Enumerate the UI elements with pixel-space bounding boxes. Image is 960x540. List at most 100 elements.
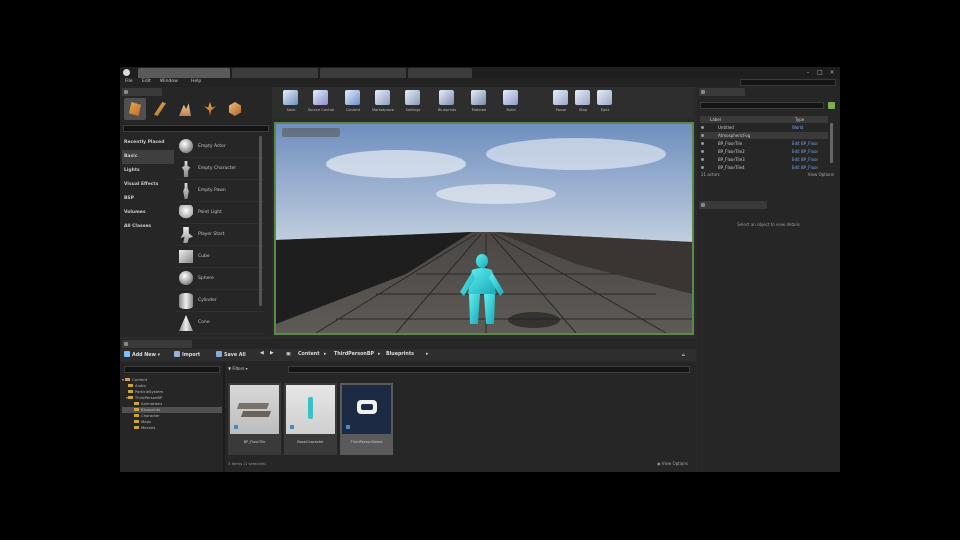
import-button[interactable]: Import xyxy=(174,351,200,358)
toolbar-build-button[interactable]: Build xyxy=(496,89,526,117)
content-browser-tab[interactable] xyxy=(122,340,192,348)
breadcrumb-blueprints[interactable]: Blueprints xyxy=(386,352,414,357)
actor-type[interactable]: Edit BP_Floor xyxy=(792,156,818,163)
save-icon xyxy=(283,90,298,105)
list-item[interactable]: Empty Actor xyxy=(176,136,264,158)
minimize-icon[interactable]: – xyxy=(804,69,812,76)
outliner-settings-icon[interactable] xyxy=(828,102,835,109)
toolbar-source-control-button[interactable]: Source Control xyxy=(306,89,336,117)
actor-count: 21 actors xyxy=(701,172,720,177)
paint-mode-icon[interactable] xyxy=(149,98,171,120)
asset-tile-basecharacter[interactable]: BaseCharacter xyxy=(284,383,337,455)
table-row[interactable]: BP_FloorTile3 Edit BP_Floor xyxy=(700,156,828,163)
forward-icon[interactable]: ▶ xyxy=(270,351,274,356)
place-mode-icon[interactable] xyxy=(124,98,146,120)
category-lights[interactable]: Lights xyxy=(122,164,174,178)
list-item[interactable]: Player Start xyxy=(176,224,264,246)
toolbar-blueprints-button[interactable]: Blueprints xyxy=(432,89,462,117)
source-control-icon xyxy=(313,90,328,105)
level-viewport[interactable] xyxy=(274,122,694,335)
actor-type[interactable]: Edit BP_Floor xyxy=(792,140,818,147)
menu-edit[interactable]: Edit xyxy=(142,79,151,84)
list-item[interactable]: Cone xyxy=(176,312,264,334)
scrollbar[interactable] xyxy=(830,123,833,163)
world-outliner-tab[interactable] xyxy=(699,88,745,96)
visibility-eye-icon[interactable] xyxy=(701,150,704,153)
toolbar-marketplace-button[interactable]: Marketplace xyxy=(368,89,398,117)
category-recently-placed[interactable]: Recently Placed xyxy=(122,136,174,150)
visibility-eye-icon[interactable] xyxy=(701,158,704,161)
toolbar-save-button[interactable]: Save xyxy=(276,89,306,117)
floor-tile-thumbnail xyxy=(230,385,279,434)
modes-tab[interactable] xyxy=(122,88,162,96)
list-item[interactable]: Point Light xyxy=(176,202,264,224)
list-item[interactable]: Cylinder xyxy=(176,290,264,312)
toolbar-settings-button[interactable]: Settings xyxy=(398,89,428,117)
table-row[interactable]: AtmosphericFog xyxy=(700,132,828,139)
actor-type[interactable]: Edit BP_Floor xyxy=(792,164,818,171)
search-classes-input[interactable] xyxy=(123,125,269,132)
toolbar-eject-button[interactable]: Eject xyxy=(590,89,620,117)
foliage-mode-icon[interactable] xyxy=(199,98,221,120)
panel-divider[interactable] xyxy=(223,363,225,472)
menu-file[interactable]: File xyxy=(125,79,133,84)
close-icon[interactable]: × xyxy=(828,69,836,76)
asset-tile-thirdpersongame[interactable]: ThirdPersonGame xyxy=(340,383,393,455)
visibility-eye-icon[interactable] xyxy=(701,142,704,145)
actor-name: Untitled xyxy=(718,125,734,130)
outliner-search-input[interactable] xyxy=(700,102,824,109)
visibility-eye-icon[interactable] xyxy=(701,134,704,137)
asset-tile-bp-floortile[interactable]: BP_FloorTile xyxy=(228,383,281,455)
document-tab-3[interactable] xyxy=(320,68,406,78)
category-bsp[interactable]: BSP xyxy=(122,192,174,206)
maximize-icon[interactable]: □ xyxy=(816,69,824,76)
visibility-eye-icon[interactable] xyxy=(701,166,704,169)
column-type[interactable]: Type xyxy=(795,116,804,123)
list-item[interactable]: Sphere xyxy=(176,268,264,290)
folder-icon xyxy=(125,378,131,381)
document-tab-level[interactable] xyxy=(138,68,230,78)
category-basic[interactable]: Basic xyxy=(122,150,174,164)
toolbar-matinee-button[interactable]: Matinee xyxy=(464,89,494,117)
add-new-button[interactable]: Add New ▾ xyxy=(124,351,160,358)
table-row[interactable]: BP_FloorTile Edit BP_Floor xyxy=(700,140,828,147)
content-view-options[interactable]: ◉ View Options xyxy=(657,461,688,466)
list-item[interactable]: Empty Character xyxy=(176,158,264,180)
toolbar-button-label: Settings xyxy=(405,108,421,112)
search-assets-input[interactable] xyxy=(288,366,690,373)
document-tab-4[interactable] xyxy=(408,68,472,78)
breadcrumb-thirdpersonbp[interactable]: ThirdPersonBP xyxy=(334,352,374,357)
menu-help[interactable]: Help xyxy=(191,79,201,84)
filters-button[interactable]: ▼ Filters ▾ xyxy=(228,366,248,371)
scrollbar[interactable] xyxy=(259,136,262,306)
table-row[interactable]: BP_FloorTile2 Edit BP_Floor xyxy=(700,148,828,155)
cone-icon xyxy=(179,315,193,331)
actor-label: Cylinder xyxy=(198,298,217,303)
table-row[interactable]: BP_FloorTile4 Edit BP_Floor xyxy=(700,164,828,171)
tree-item-meshes[interactable]: Meshes xyxy=(122,425,222,431)
search-folders-input[interactable] xyxy=(124,366,220,373)
list-item[interactable]: Cube xyxy=(176,246,264,268)
document-tab-2[interactable] xyxy=(232,68,318,78)
category-all-classes[interactable]: All Classes xyxy=(122,220,174,234)
landscape-mode-icon[interactable] xyxy=(174,98,196,120)
lock-icon[interactable]: ⌂ xyxy=(682,352,685,357)
list-item[interactable]: Empty Pawn xyxy=(176,180,264,202)
details-tab[interactable] xyxy=(699,201,767,209)
category-volumes[interactable]: Volumes xyxy=(122,206,174,220)
search-help-input[interactable] xyxy=(740,79,836,86)
toolbar-content-button[interactable]: Content xyxy=(338,89,368,117)
actor-type[interactable]: Edit BP_Floor xyxy=(792,148,818,155)
geometry-mode-icon[interactable] xyxy=(224,98,246,120)
breadcrumb-content[interactable]: Content xyxy=(298,352,320,357)
menu-window[interactable]: Window xyxy=(160,79,178,84)
visibility-eye-icon[interactable] xyxy=(701,126,704,129)
viewport-options-bar[interactable] xyxy=(282,128,340,137)
actor-label: Cube xyxy=(198,254,210,259)
outliner-view-options[interactable]: View Options xyxy=(808,172,834,177)
back-icon[interactable]: ◀ xyxy=(260,351,264,356)
table-row[interactable]: Untitled World xyxy=(700,124,828,131)
category-visual-effects[interactable]: Visual Effects xyxy=(122,178,174,192)
column-label[interactable]: Label xyxy=(710,116,721,123)
save-all-button[interactable]: Save All xyxy=(216,351,246,358)
